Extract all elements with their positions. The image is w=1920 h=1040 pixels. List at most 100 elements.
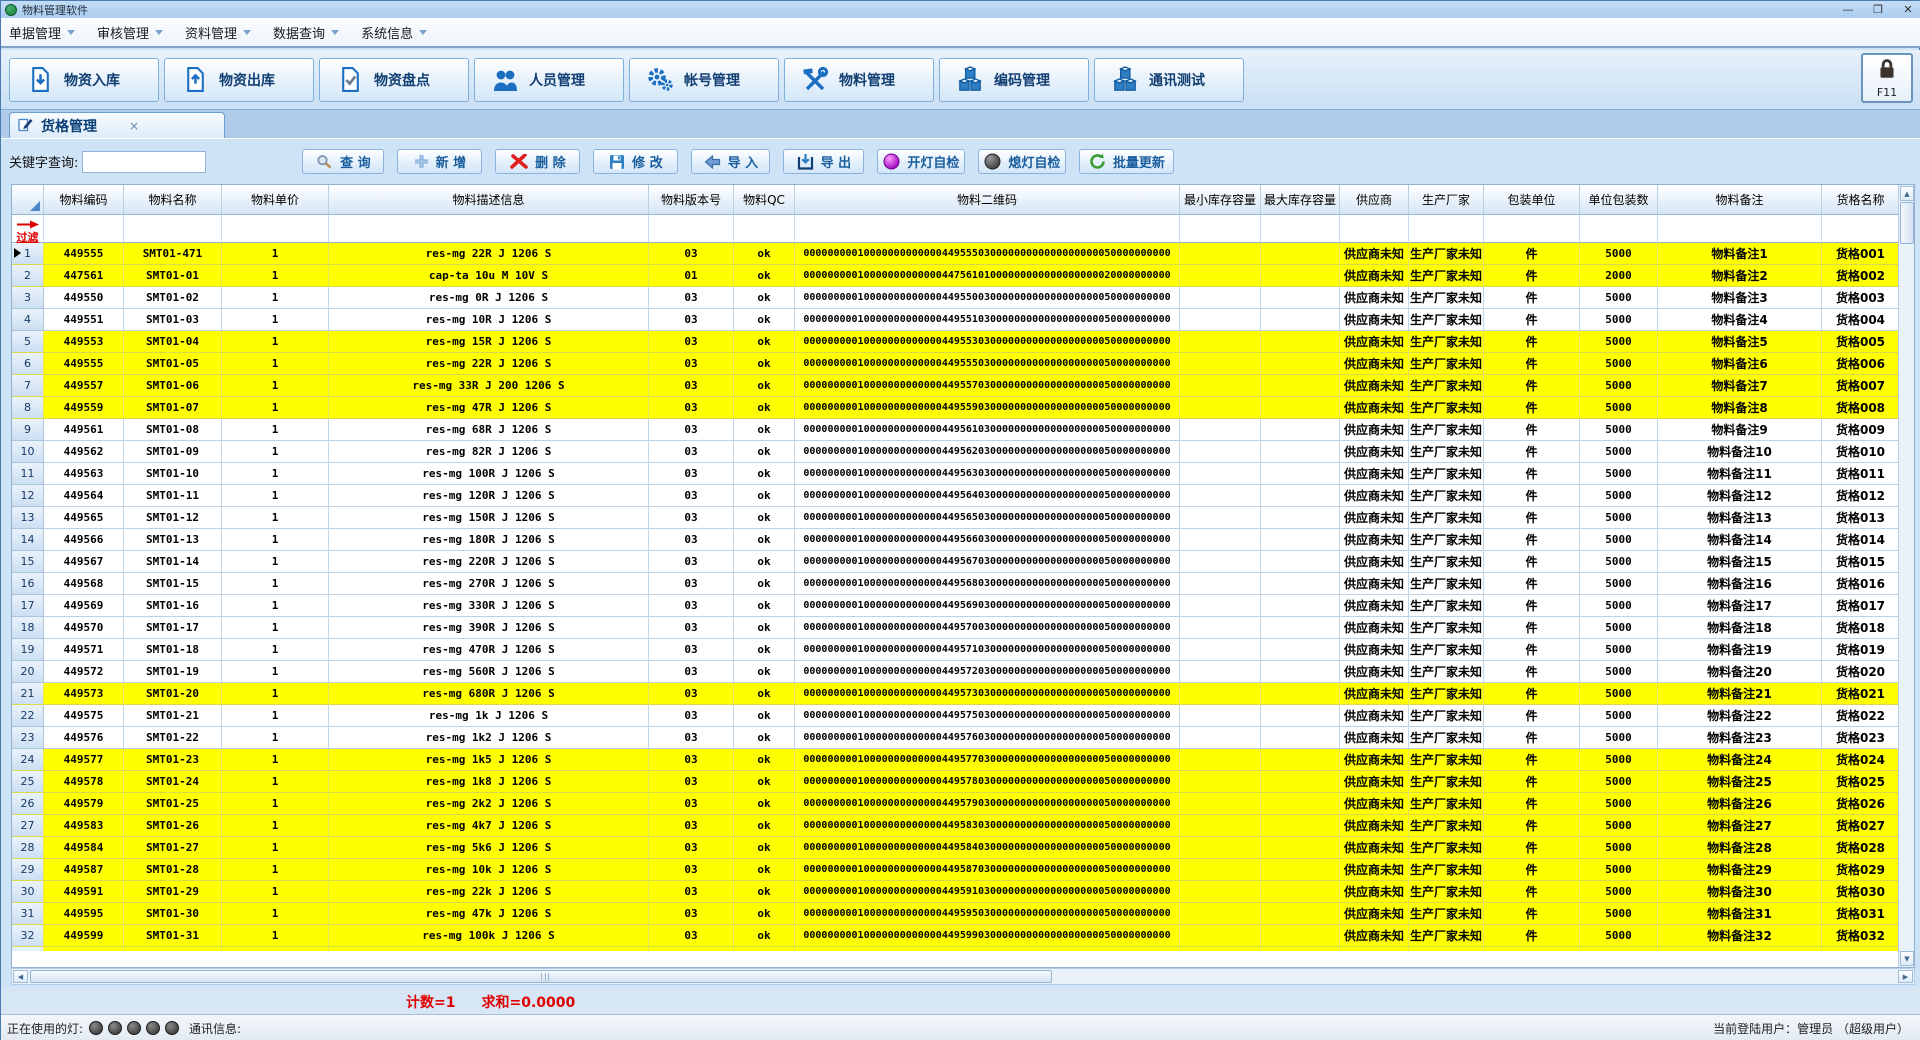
toolbar-button-7[interactable]: 编码管理 — [939, 58, 1089, 102]
table-row[interactable]: 13449565SMT01-121res-mg 150R J 1206 S03o… — [12, 507, 1900, 529]
column-header-note[interactable]: 物料备注 — [1658, 185, 1822, 215]
table-row[interactable]: 23449576SMT01-221res-mg 1k2 J 1206 S03ok… — [12, 727, 1900, 749]
menu-item-4[interactable]: 数据查询 — [273, 23, 339, 42]
filter-cell-price[interactable] — [222, 215, 329, 243]
toolbar-button-8[interactable]: 通讯测试 — [1094, 58, 1244, 102]
table-row[interactable]: 16449568SMT01-151res-mg 270R J 1206 S03o… — [12, 573, 1900, 595]
filter-cell-min[interactable] — [1180, 215, 1261, 243]
table-row[interactable]: 14449566SMT01-131res-mg 180R J 1206 S03o… — [12, 529, 1900, 551]
cell-sel[interactable]: 22 — [12, 705, 44, 727]
column-header-max[interactable]: 最大库存容量 — [1261, 185, 1340, 215]
cell-sel[interactable]: 26 — [12, 793, 44, 815]
toolbar-button-6[interactable]: 物料管理 — [784, 58, 934, 102]
filter-cell-pack[interactable] — [1580, 215, 1658, 243]
horizontal-scroll-thumb[interactable] — [30, 970, 1052, 983]
vertical-scroll-thumb[interactable] — [1900, 202, 1914, 244]
filter-cell-supplier[interactable] — [1340, 215, 1409, 243]
filter-cell-qr[interactable] — [795, 215, 1180, 243]
table-row[interactable]: 31449595SMT01-301res-mg 47k J 1206 S03ok… — [12, 903, 1900, 925]
table-row[interactable]: 29449587SMT01-281res-mg 10k J 1206 S03ok… — [12, 859, 1900, 881]
table-row[interactable]: 6449555SMT01-051res-mg 22R J 1206 S03ok0… — [12, 353, 1900, 375]
cell-sel[interactable]: 11 — [12, 463, 44, 485]
menu-item-3[interactable]: 资料管理 — [185, 23, 251, 42]
filter-cell-code[interactable] — [44, 215, 124, 243]
cell-sel[interactable]: 24 — [12, 749, 44, 771]
action-button-9[interactable]: 批量更新 — [1079, 149, 1174, 174]
table-row[interactable]: 11449563SMT01-101res-mg 100R J 1206 S03o… — [12, 463, 1900, 485]
cell-sel[interactable]: 21 — [12, 683, 44, 705]
cell-sel[interactable]: 28 — [12, 837, 44, 859]
table-row[interactable]: 18449570SMT01-171res-mg 390R J 1206 S03o… — [12, 617, 1900, 639]
cell-sel[interactable]: 23 — [12, 727, 44, 749]
table-row[interactable]: 21449573SMT01-201res-mg 680R J 1206 S03o… — [12, 683, 1900, 705]
cell-sel[interactable]: 32 — [12, 925, 44, 947]
cell-sel[interactable]: 27 — [12, 815, 44, 837]
column-header-mfr[interactable]: 生产厂家 — [1409, 185, 1484, 215]
maximize-icon[interactable]: ❐ — [1871, 3, 1885, 17]
column-header-code[interactable]: 物料编码 — [44, 185, 124, 215]
grid-filter-row[interactable]: 过滤 — [12, 215, 1900, 243]
filter-cell-qc[interactable] — [734, 215, 795, 243]
close-icon[interactable]: ✕ — [1901, 3, 1915, 17]
column-header-supplier[interactable]: 供应商 — [1340, 185, 1409, 215]
column-header-price[interactable]: 物料单价 — [222, 185, 329, 215]
action-button-1[interactable]: 查 询 — [302, 149, 384, 174]
table-row[interactable]: 1449555SMT01-4711res-mg 22R J 1206 S03ok… — [12, 243, 1900, 265]
table-row[interactable]: 5449553SMT01-041res-mg 15R J 1206 S03ok0… — [12, 331, 1900, 353]
table-row[interactable]: 24449577SMT01-231res-mg 1k5 J 1206 S03ok… — [12, 749, 1900, 771]
action-button-3[interactable]: 删 除 — [495, 149, 580, 174]
keyword-search-input[interactable] — [82, 151, 206, 173]
cell-sel[interactable]: 30 — [12, 881, 44, 903]
toolbar-button-3[interactable]: 物资盘点 — [319, 58, 469, 102]
table-row[interactable]: 33449601SMT01-321res-mg 120k J 1206 S03o… — [12, 947, 1900, 951]
cell-sel[interactable]: 10 — [12, 441, 44, 463]
menu-item-2[interactable]: 审核管理 — [97, 23, 163, 42]
table-row[interactable]: 30449591SMT01-291res-mg 22k J 1206 S03ok… — [12, 881, 1900, 903]
filter-cell-unit[interactable] — [1484, 215, 1580, 243]
cell-sel[interactable]: 25 — [12, 771, 44, 793]
column-header-slot[interactable]: 货格名称 — [1822, 185, 1900, 215]
table-row[interactable]: 32449599SMT01-311res-mg 100k J 1206 S03o… — [12, 925, 1900, 947]
column-header-desc[interactable]: 物料描述信息 — [329, 185, 649, 215]
cell-sel[interactable]: 29 — [12, 859, 44, 881]
cell-sel[interactable]: 7 — [12, 375, 44, 397]
table-row[interactable]: 26449579SMT01-251res-mg 2k2 J 1206 S03ok… — [12, 793, 1900, 815]
cell-sel[interactable]: 4 — [12, 309, 44, 331]
table-row[interactable]: 2447561SMT01-011cap-ta 10u M 10V S01ok00… — [12, 265, 1900, 287]
action-button-2[interactable]: 新 增 — [397, 149, 482, 174]
vertical-scrollbar[interactable]: ▲ ▼ — [1898, 185, 1914, 967]
table-row[interactable]: 7449557SMT01-061res-mg 33R J 200 1206 S0… — [12, 375, 1900, 397]
cell-sel[interactable]: 2 — [12, 265, 44, 287]
table-row[interactable]: 8449559SMT01-071res-mg 47R J 1206 S03ok0… — [12, 397, 1900, 419]
lock-button[interactable]: F11 — [1861, 53, 1913, 103]
table-row[interactable]: 17449569SMT01-161res-mg 330R J 1206 S03o… — [12, 595, 1900, 617]
cell-sel[interactable]: 13 — [12, 507, 44, 529]
cell-sel[interactable]: 8 — [12, 397, 44, 419]
cell-sel[interactable]: 1 — [12, 243, 44, 265]
table-row[interactable]: 4449551SMT01-031res-mg 10R J 1206 S03ok0… — [12, 309, 1900, 331]
filter-cell-mfr[interactable] — [1409, 215, 1484, 243]
column-header-ver[interactable]: 物料版本号 — [649, 185, 734, 215]
cell-sel[interactable]: 17 — [12, 595, 44, 617]
cell-sel[interactable]: 16 — [12, 573, 44, 595]
filter-cell-desc[interactable] — [329, 215, 649, 243]
toolbar-button-4[interactable]: 人员管理 — [474, 58, 624, 102]
column-header-qr[interactable]: 物料二维码 — [795, 185, 1180, 215]
cell-sel[interactable]: 14 — [12, 529, 44, 551]
cell-sel[interactable]: 18 — [12, 617, 44, 639]
toolbar-button-5[interactable]: 帐号管理 — [629, 58, 779, 102]
action-button-5[interactable]: 导 入 — [691, 149, 770, 174]
filter-cell-slot[interactable] — [1822, 215, 1900, 243]
column-header-pack[interactable]: 单位包装数 — [1580, 185, 1658, 215]
cell-sel[interactable]: 12 — [12, 485, 44, 507]
tab-close-icon[interactable]: × — [129, 119, 139, 133]
column-header-sel[interactable] — [12, 185, 44, 215]
cell-sel[interactable]: 31 — [12, 903, 44, 925]
tab-huoge-guanli[interactable]: 货格管理 × — [9, 112, 225, 139]
table-row[interactable]: 15449567SMT01-141res-mg 220R J 1206 S03o… — [12, 551, 1900, 573]
menu-item-5[interactable]: 系统信息 — [361, 23, 427, 42]
filter-cell-name[interactable] — [124, 215, 222, 243]
toolbar-button-2[interactable]: 物资出库 — [164, 58, 314, 102]
table-row[interactable]: 9449561SMT01-081res-mg 68R J 1206 S03ok0… — [12, 419, 1900, 441]
cell-sel[interactable]: 19 — [12, 639, 44, 661]
